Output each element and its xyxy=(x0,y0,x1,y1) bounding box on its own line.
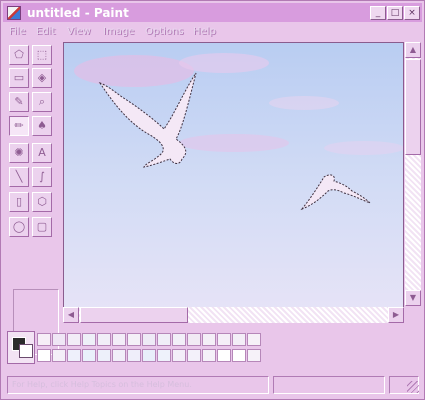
menu-options[interactable]: Options xyxy=(145,25,184,39)
palette-swatch[interactable] xyxy=(52,333,66,346)
rectangle-tool[interactable]: ▯ xyxy=(9,192,29,212)
paint-window: untitled - Paint _ □ × File Edit View Im… xyxy=(0,0,425,400)
palette-swatch[interactable] xyxy=(112,333,126,346)
polygon-tool[interactable]: ⬡ xyxy=(32,192,52,212)
text-tool[interactable]: A xyxy=(32,143,52,163)
palette-swatch[interactable] xyxy=(232,349,246,362)
window-title: untitled - Paint xyxy=(27,6,129,20)
drawing-canvas[interactable] xyxy=(63,42,404,309)
palette-swatch[interactable] xyxy=(142,349,156,362)
minimize-button[interactable]: _ xyxy=(370,6,386,20)
scroll-left-arrow-icon[interactable]: ◀ xyxy=(63,307,79,323)
palette-swatch[interactable] xyxy=(202,349,216,362)
status-coordinates xyxy=(273,376,385,394)
vertical-scroll-thumb[interactable] xyxy=(405,59,421,155)
free-form-select-tool[interactable]: ⬠ xyxy=(9,45,29,65)
palette-swatch[interactable] xyxy=(217,333,231,346)
scroll-right-arrow-icon[interactable]: ▶ xyxy=(388,307,404,323)
palette-swatch[interactable] xyxy=(82,349,96,362)
canvas-image[interactable] xyxy=(64,43,404,309)
vertical-scrollbar[interactable]: ▲ ▼ xyxy=(405,42,421,306)
title-bar[interactable]: untitled - Paint _ □ × xyxy=(3,3,422,22)
palette-swatch[interactable] xyxy=(67,333,81,346)
palette-swatch[interactable] xyxy=(37,349,51,362)
magnifier-tool[interactable]: ⌕ xyxy=(32,92,52,112)
status-help-text: For Help, click Help Topics on the Help … xyxy=(7,376,269,394)
brush-tool[interactable]: ♠ xyxy=(32,116,52,136)
fill-tool[interactable]: ◈ xyxy=(32,68,52,88)
menu-file[interactable]: File xyxy=(9,25,26,39)
palette-swatch[interactable] xyxy=(142,333,156,346)
menu-bar: File Edit View Image Options Help xyxy=(3,23,422,41)
ellipse-tool[interactable]: ◯ xyxy=(9,217,29,237)
pencil-tool[interactable]: ✏ xyxy=(9,116,29,136)
scroll-up-arrow-icon[interactable]: ▲ xyxy=(405,42,421,58)
palette-swatch[interactable] xyxy=(127,333,141,346)
palette-swatch[interactable] xyxy=(67,349,81,362)
horizontal-scroll-thumb[interactable] xyxy=(80,307,188,323)
palette-swatch[interactable] xyxy=(172,333,186,346)
paint-app-icon[interactable] xyxy=(7,6,21,20)
palette-swatch[interactable] xyxy=(187,349,201,362)
status-bar: For Help, click Help Topics on the Help … xyxy=(3,374,422,396)
background-color[interactable] xyxy=(19,344,33,358)
palette-swatch[interactable] xyxy=(247,349,261,362)
pick-color-tool[interactable]: ✎ xyxy=(9,92,29,112)
color-palette xyxy=(3,329,422,369)
resize-grip-icon[interactable] xyxy=(407,381,419,393)
palette-swatch[interactable] xyxy=(157,333,171,346)
palette-swatch[interactable] xyxy=(82,333,96,346)
palette-swatch[interactable] xyxy=(247,333,261,346)
close-button[interactable]: × xyxy=(404,6,420,20)
menu-help[interactable]: Help xyxy=(193,25,216,39)
palette-swatch[interactable] xyxy=(217,349,231,362)
palette-swatch[interactable] xyxy=(52,349,66,362)
scroll-down-arrow-icon[interactable]: ▼ xyxy=(405,290,421,306)
menu-edit[interactable]: Edit xyxy=(36,25,55,39)
palette-swatch[interactable] xyxy=(37,333,51,346)
palette-swatch[interactable] xyxy=(172,349,186,362)
palette-swatch[interactable] xyxy=(112,349,126,362)
maximize-button[interactable]: □ xyxy=(387,6,403,20)
horizontal-scrollbar[interactable]: ◀ ▶ xyxy=(63,307,404,323)
palette-swatch[interactable] xyxy=(232,333,246,346)
eraser-tool[interactable]: ▭ xyxy=(9,68,29,88)
rounded-rectangle-tool[interactable]: ▢ xyxy=(32,217,52,237)
airbrush-tool[interactable]: ✺ xyxy=(9,143,29,163)
palette-swatch[interactable] xyxy=(202,333,216,346)
menu-view[interactable]: View xyxy=(67,25,91,39)
select-tool[interactable]: ⬚ xyxy=(32,45,52,65)
palette-swatch[interactable] xyxy=(187,333,201,346)
menu-image[interactable]: Image xyxy=(103,25,134,39)
line-tool[interactable]: ╲ xyxy=(9,167,29,187)
curve-tool[interactable]: ∫ xyxy=(32,167,52,187)
palette-swatch[interactable] xyxy=(157,349,171,362)
palette-swatch[interactable] xyxy=(127,349,141,362)
palette-swatch[interactable] xyxy=(97,333,111,346)
current-colors[interactable] xyxy=(7,331,35,364)
toolbox: ⬠ ⬚ ▭ ◈ ✎ ⌕ ✏ ♠ ✺ A ╲ ∫ ▯ ⬡ ◯ ▢ xyxy=(6,43,60,355)
palette-swatch[interactable] xyxy=(97,349,111,362)
